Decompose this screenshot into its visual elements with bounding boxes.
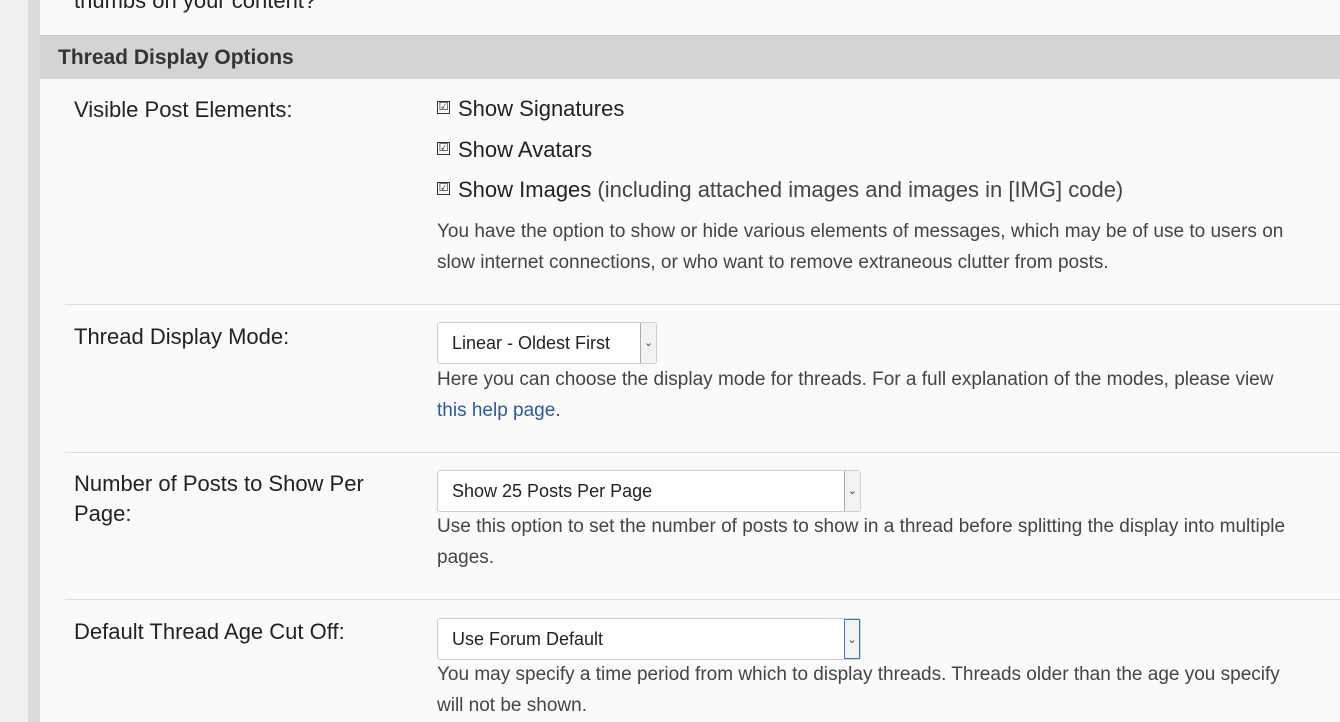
- row-divider: [65, 599, 1340, 600]
- chevron-down-icon: ⌄: [844, 619, 860, 659]
- show-avatars-checkbox[interactable]: ☑: [437, 142, 450, 155]
- thread-age-cutoff-select[interactable]: Use Forum Default ⌄: [437, 618, 861, 660]
- show-avatars-label: Show Avatars: [458, 137, 593, 162]
- section-title: Thread Display Options: [58, 46, 294, 69]
- left-rail-strip: [28, 0, 40, 722]
- show-images-note: (including attached images and images in…: [597, 177, 1124, 202]
- chevron-down-icon: ⌄: [844, 471, 860, 511]
- chevron-down-icon: ⌄: [640, 323, 656, 363]
- show-images-label: Show Images: [458, 177, 592, 202]
- help-page-link[interactable]: this help page: [437, 400, 555, 421]
- options-page: thumbs on your content? Thread Display O…: [40, 0, 1340, 722]
- show-signatures-label: Show Signatures: [458, 96, 625, 121]
- section-header: Thread Display Options: [40, 35, 1340, 79]
- row-divider: [65, 452, 1340, 453]
- show-avatars-option[interactable]: ☑ Show Avatars: [437, 137, 592, 163]
- thread-display-mode-description: Here you can choose the display mode for…: [437, 364, 1307, 426]
- thread-display-mode-select[interactable]: Linear - Oldest First ⌄: [437, 322, 657, 364]
- show-signatures-checkbox[interactable]: ☑: [437, 101, 450, 114]
- visible-elements-description: You have the option to show or hide vari…: [437, 221, 1284, 273]
- posts-per-page-select[interactable]: Show 25 Posts Per Page ⌄: [437, 470, 861, 512]
- thread-display-mode-label: Thread Display Mode:: [74, 324, 290, 349]
- display-mode-description-suffix: .: [555, 400, 561, 421]
- row-divider: [65, 304, 1340, 305]
- thread-age-cutoff-value: Use Forum Default: [452, 629, 604, 649]
- display-mode-description-text: Here you can choose the display mode for…: [437, 369, 1274, 390]
- show-images-option[interactable]: ☑ Show Images (including attached images …: [437, 177, 1123, 203]
- left-rail: [0, 0, 28, 722]
- previous-question-text: thumbs on your content?: [74, 0, 317, 13]
- posts-per-page-label: Number of Posts to Show Per Page:: [74, 471, 364, 526]
- thread-display-mode-value: Linear - Oldest First: [452, 333, 611, 353]
- posts-per-page-value: Show 25 Posts Per Page: [452, 481, 653, 501]
- visible-post-elements-label: Visible Post Elements:: [74, 97, 293, 122]
- show-images-checkbox[interactable]: ☑: [437, 182, 450, 195]
- thread-age-cutoff-label: Default Thread Age Cut Off:: [74, 619, 345, 644]
- posts-per-page-description: Use this option to set the number of pos…: [437, 516, 1286, 568]
- thread-age-cutoff-description: You may specify a time period from which…: [437, 664, 1280, 716]
- show-signatures-option[interactable]: ☑ Show Signatures: [437, 96, 624, 122]
